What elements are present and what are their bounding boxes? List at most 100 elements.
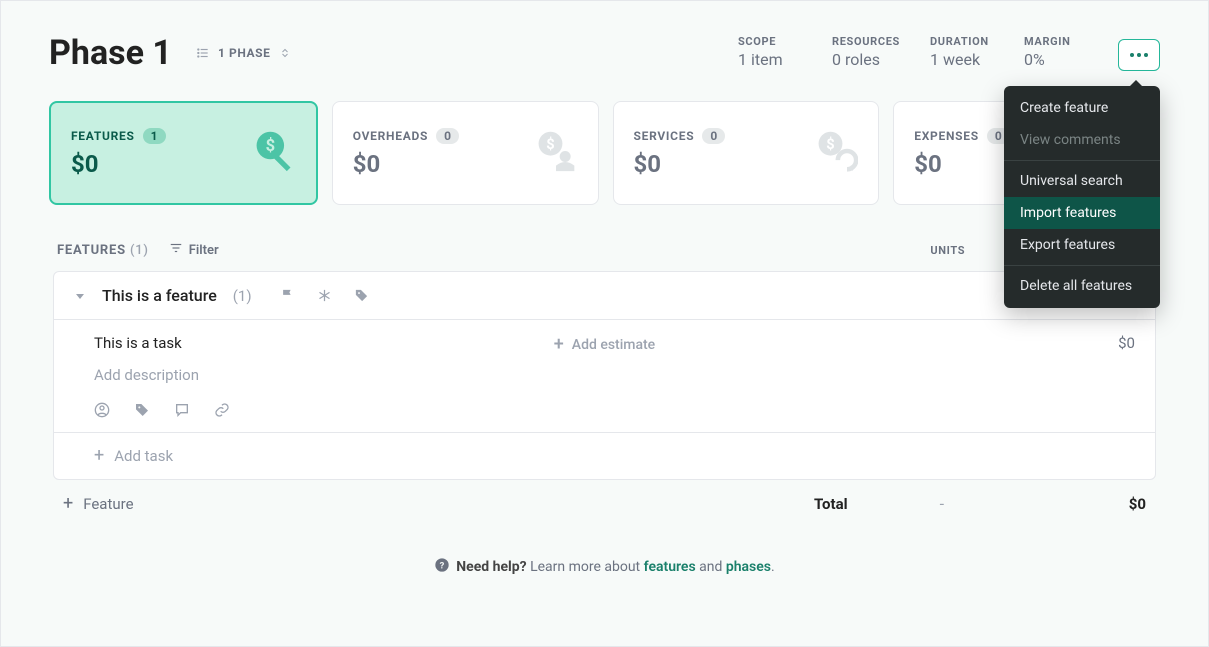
task-row: This is a task + Add estimate $0 Add des… [54,320,1155,433]
section-title-count: (1) [130,243,149,258]
card-features[interactable]: FEATURES 1 $0 $ [49,101,318,205]
help-icon: ? [434,557,450,577]
svg-text:$: $ [546,135,554,153]
person-dollar-icon: $ [534,129,578,177]
menu-import-features[interactable]: Import features [1004,197,1160,229]
help-text2: and [696,559,726,575]
stat-scope-label: SCOPE [738,35,802,48]
section-title-text: FEATURES [57,243,126,258]
wrench-dollar-icon: $ [252,129,296,177]
tag-icon[interactable] [134,402,150,418]
stat-scope-value: 1 item [738,50,802,69]
help-link-phases[interactable]: phases [726,559,771,575]
help-prefix: Need help? [456,559,526,575]
header-row: Phase 1 1 PHASE SCOPE 1 item RE [49,33,1160,73]
plus-icon: + [63,495,73,513]
refresh-dollar-icon: $ [814,129,858,177]
add-estimate-label: Add estimate [572,337,655,353]
plus-icon: + [554,336,564,354]
help-text: ? Need help? Learn more about features a… [49,557,1160,577]
stat-resources: RESOURCES 0 roles [832,35,900,69]
add-task-button[interactable]: + Add task [54,433,1155,479]
sort-icon [279,47,291,59]
assignee-icon[interactable] [94,402,110,418]
card-overheads[interactable]: OVERHEADS 0 $0 $ [332,101,599,205]
total-amount: $0 [1106,495,1146,513]
stat-margin-label: MARGIN [1024,35,1088,48]
stat-resources-value: 0 roles [832,50,900,69]
card-expenses-label: EXPENSES [914,129,979,143]
col-units-header: UNITS [930,244,965,257]
filter-icon [169,241,183,259]
menu-universal-search[interactable]: Universal search [1004,165,1160,197]
menu-view-comments: View comments [1004,124,1160,156]
phase-selector[interactable]: 1 PHASE [196,46,291,60]
stat-duration: DURATION 1 week [930,35,994,69]
svg-text:$: $ [827,135,835,153]
stat-duration-label: DURATION [930,35,994,48]
asterisk-icon[interactable] [317,288,332,303]
help-text1: Learn more about [527,559,644,575]
more-actions-menu: Create feature View comments Universal s… [1004,86,1160,308]
add-task-label: Add task [114,447,173,465]
list-icon [196,46,210,60]
link-icon[interactable] [214,402,230,418]
feature-count: (1) [233,287,252,305]
flag-icon[interactable] [280,288,295,303]
card-expenses-amount: $0 [914,150,1010,178]
plus-icon: + [94,447,104,465]
add-feature-label: Feature [83,495,133,513]
section-title: FEATURES (1) [57,243,149,258]
menu-delete-all-features[interactable]: Delete all features [1004,270,1160,302]
section-header: FEATURES (1) Filter UNITS TOTAL [53,241,1156,271]
section-header-left: FEATURES (1) Filter [57,241,219,259]
stat-margin-value: 0% [1024,50,1088,69]
card-services-amount: $0 [634,150,726,178]
task-name[interactable]: This is a task [94,334,182,352]
card-services-count: 0 [702,128,725,144]
menu-separator [1004,265,1160,266]
header-right: SCOPE 1 item RESOURCES 0 roles DURATION … [738,35,1160,71]
card-overheads-label: OVERHEADS [353,129,428,143]
header-left: Phase 1 1 PHASE [49,33,291,73]
add-estimate-button[interactable]: + Add estimate [554,336,655,354]
feature-row[interactable]: This is a feature (1) $0 [54,272,1155,320]
task-description-input[interactable]: Add description [94,366,1135,384]
app-frame: Phase 1 1 PHASE SCOPE 1 item RE [0,0,1209,647]
help-suffix: . [771,559,775,575]
menu-create-feature[interactable]: Create feature [1004,92,1160,124]
menu-separator [1004,160,1160,161]
phase-selector-label: 1 PHASE [218,46,271,60]
card-features-amount: $0 [71,150,166,178]
page-title: Phase 1 [49,33,172,73]
help-link-features[interactable]: features [644,559,696,575]
summary-cards: FEATURES 1 $0 $ OVERHEADS 0 $0 [49,101,1160,205]
card-features-count: 1 [143,128,166,144]
svg-text:$: $ [265,137,274,156]
task-action-icons [94,402,1135,418]
feature-action-icons [280,288,369,303]
dots-icon [1129,52,1149,58]
card-services[interactable]: SERVICES 0 $0 $ [613,101,880,205]
add-feature-button[interactable]: + Feature [63,495,134,513]
stat-resources-label: RESOURCES [832,35,900,48]
filter-button[interactable]: Filter [169,241,219,259]
card-overheads-amount: $0 [353,150,459,178]
task-amount: $0 [1118,334,1135,352]
total-units: - [940,494,944,513]
filter-label: Filter [189,243,219,258]
features-table: This is a feature (1) $0 This is a task [53,271,1156,480]
tag-icon[interactable] [354,288,369,303]
stat-duration-value: 1 week [930,50,994,69]
comment-icon[interactable] [174,402,190,418]
svg-text:?: ? [440,560,445,571]
card-services-label: SERVICES [634,129,695,143]
stat-scope: SCOPE 1 item [738,35,802,69]
more-actions-button[interactable] [1118,39,1160,71]
total-label: Total [814,495,848,513]
card-features-label: FEATURES [71,129,135,143]
table-footer: + Feature Total - $0 [53,480,1156,527]
menu-export-features[interactable]: Export features [1004,229,1160,261]
chevron-down-icon[interactable] [74,290,86,302]
features-section: FEATURES (1) Filter UNITS TOTAL [53,241,1156,527]
